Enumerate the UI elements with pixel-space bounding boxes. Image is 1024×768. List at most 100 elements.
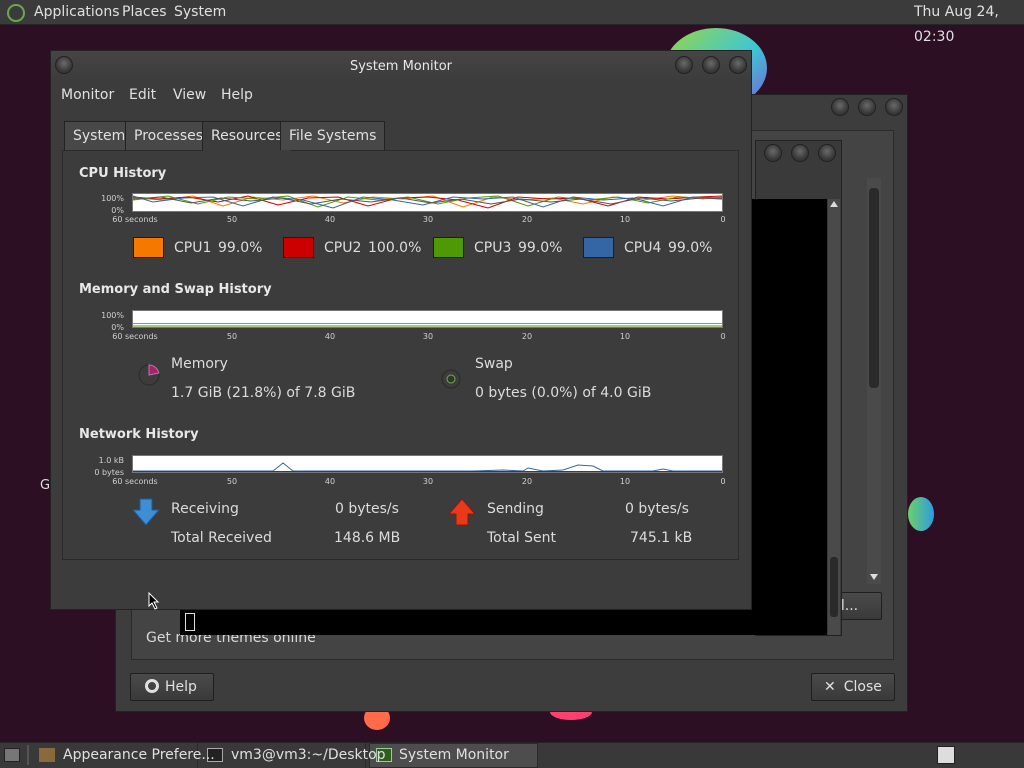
maximize-icon[interactable] — [858, 98, 876, 116]
total-received-value: 148.6 MB — [334, 530, 401, 546]
clock[interactable]: Thu Aug 24, 02:30 — [914, 0, 1024, 45]
scrollbar[interactable] — [867, 178, 881, 584]
cpu-x-label: 20 — [521, 215, 533, 224]
memory-value: 1.7 GiB (21.8%) of 7.8 GiB — [171, 385, 356, 401]
total-sent-value: 745.1 kB — [630, 530, 693, 546]
minimize-icon[interactable] — [764, 144, 782, 162]
wallpaper-blob — [908, 497, 934, 531]
tab-file-systems[interactable]: File Systems — [280, 121, 386, 150]
appearance-app-icon — [39, 748, 55, 762]
cpu4-value: 99.0% — [668, 240, 713, 256]
close-window-icon[interactable] — [818, 144, 836, 162]
cpu-x-label: 60 seconds — [112, 215, 158, 224]
window-title: System Monitor — [349, 59, 453, 74]
cpu1-color-swatch[interactable] — [133, 237, 164, 258]
swap-value: 0 bytes (0.0%) of 4.0 GiB — [475, 385, 652, 401]
receiving-arrow-icon[interactable] — [132, 498, 160, 526]
network-y-min-label: 0 bytes — [94, 468, 124, 477]
cpu2-color-swatch[interactable] — [283, 237, 314, 258]
cpu-graph — [132, 193, 723, 212]
cpu1-label: CPU1 — [174, 240, 212, 256]
maximize-icon[interactable] — [702, 56, 720, 74]
cpu4-label: CPU4 — [624, 240, 662, 256]
taskbar-label-appearance: Appearance Prefere... — [63, 747, 215, 763]
scroll-down-icon[interactable] — [870, 574, 878, 580]
cpu-x-label: 10 — [619, 215, 631, 224]
cpu3-value: 99.0% — [518, 240, 563, 256]
cpu1-value: 99.0% — [218, 240, 263, 256]
close-window-icon[interactable] — [885, 98, 903, 116]
help-button[interactable]: Help — [130, 673, 214, 701]
terminal-cursor — [185, 613, 195, 631]
swap-label: Swap — [475, 356, 513, 372]
lifebuoy-icon — [145, 679, 159, 693]
cpu-x-label: 50 — [226, 215, 238, 224]
cpu3-label: CPU3 — [474, 240, 512, 256]
network-x-label: 0 — [720, 477, 726, 486]
menu-help[interactable]: Help — [221, 87, 253, 103]
cpu3-color-swatch[interactable] — [433, 237, 464, 258]
close-button[interactable]: ✕ Close — [811, 673, 895, 701]
top-panel: Applications Places System Thu Aug 24, 0… — [0, 0, 1024, 45]
minimize-icon[interactable] — [675, 56, 693, 74]
menu-applications[interactable]: Applications — [34, 0, 120, 25]
distro-logo-icon[interactable] — [7, 4, 25, 22]
network-x-label: 40 — [324, 477, 336, 486]
network-x-label: 20 — [521, 477, 533, 486]
swap-pie-icon[interactable] — [440, 368, 462, 390]
tab-processes[interactable]: Processes — [125, 121, 213, 150]
receiving-value: 0 bytes/s — [335, 501, 399, 517]
taskbar-label-system-monitor: System Monitor — [399, 747, 509, 763]
close-window-icon[interactable] — [729, 56, 747, 74]
cpu-x-label: 40 — [324, 215, 336, 224]
scroll-thumb[interactable] — [830, 557, 838, 617]
menu-view[interactable]: View — [173, 87, 206, 103]
network-graph-plot — [133, 462, 722, 472]
cpu4-color-swatch[interactable] — [583, 237, 614, 258]
cpu2-label: CPU2 — [324, 240, 362, 256]
network-y-max-label: 1.0 kB — [98, 456, 124, 465]
total-sent-label: Total Sent — [487, 530, 557, 546]
menu-edit[interactable]: Edit — [129, 87, 156, 103]
total-received-label: Total Received — [171, 530, 272, 546]
sending-arrow-icon[interactable] — [448, 498, 476, 526]
menu-monitor[interactable]: Monitor — [61, 87, 114, 103]
memory-y-min-label: 0% — [111, 323, 124, 332]
network-x-label: 10 — [619, 477, 631, 486]
memory-x-label: 40 — [324, 332, 336, 341]
panel-separator — [27, 745, 29, 765]
memory-pie-icon[interactable] — [136, 362, 162, 388]
titlebar[interactable]: System Monitor — [51, 51, 751, 81]
cpu2-value: 100.0% — [368, 240, 422, 256]
help-label: Help — [165, 679, 197, 695]
memory-x-label: 50 — [226, 332, 238, 341]
scroll-thumb[interactable] — [869, 188, 879, 388]
tab-resources[interactable]: Resources — [202, 121, 292, 151]
network-x-label: 60 seconds — [112, 477, 158, 486]
memory-x-label: 10 — [619, 332, 631, 341]
cpu-y-min-label: 0% — [111, 206, 124, 215]
memory-history-title: Memory and Swap History — [79, 282, 272, 297]
minimize-icon[interactable] — [831, 98, 849, 116]
menu-system[interactable]: System — [174, 0, 226, 25]
taskbar-label-terminal: vm3@vm3:~/Desktop — [231, 747, 386, 763]
memory-label: Memory — [171, 356, 228, 372]
cpu-graph-plot — [132, 195, 723, 209]
menu-places[interactable]: Places — [122, 0, 167, 25]
scrollbar[interactable] — [828, 199, 840, 635]
maximize-icon[interactable] — [791, 144, 809, 162]
memory-graph-plot — [133, 323, 722, 327]
cpu-x-label: 30 — [422, 215, 434, 224]
scroll-up-icon[interactable] — [830, 201, 838, 207]
network-x-label: 50 — [226, 477, 238, 486]
show-desktop-icon[interactable] — [4, 748, 20, 762]
tab-system[interactable]: System — [64, 121, 135, 150]
workspace-switcher-icon[interactable] — [937, 746, 955, 764]
cpu-x-label: 0 — [720, 215, 726, 224]
network-x-label: 30 — [422, 477, 434, 486]
receiving-label: Receiving — [171, 501, 239, 517]
memory-x-label: 20 — [521, 332, 533, 341]
memory-x-label: 30 — [422, 332, 434, 341]
mouse-pointer-icon — [148, 592, 160, 610]
desktop-text: G — [40, 478, 51, 493]
